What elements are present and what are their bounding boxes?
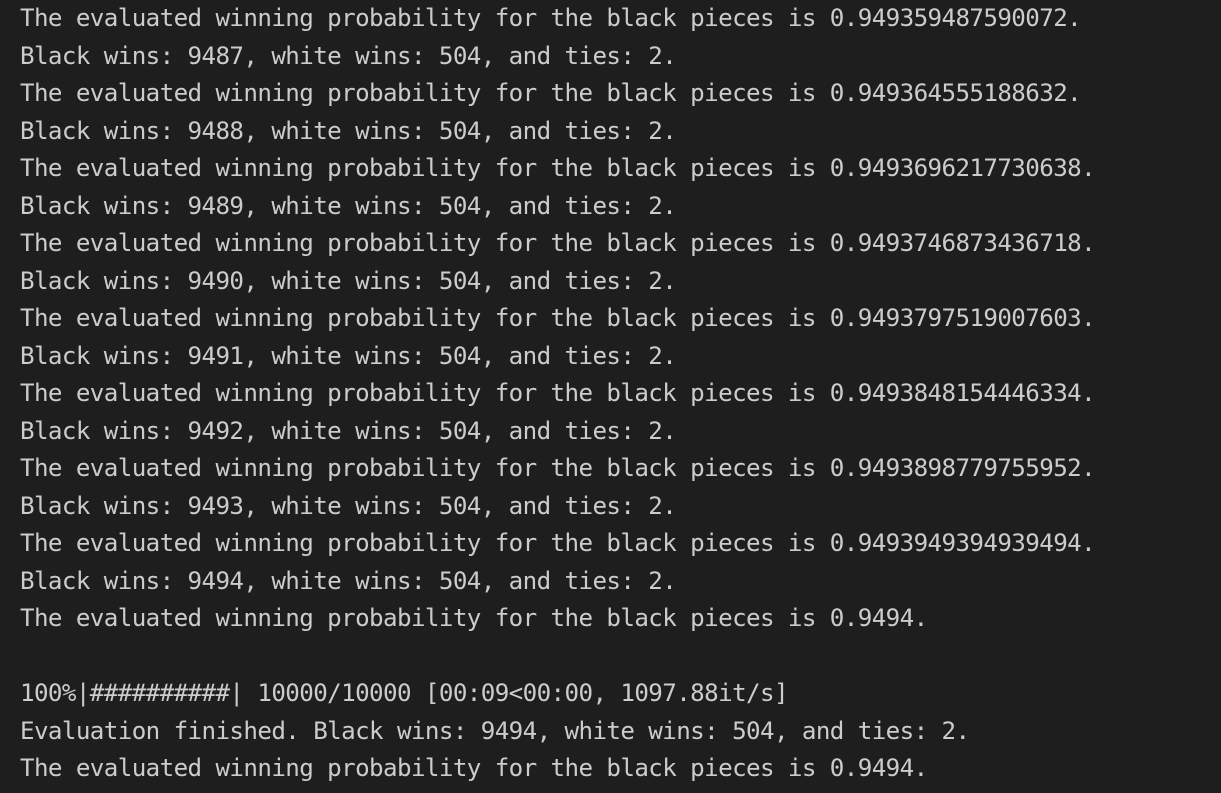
output-line: Black wins: 9490, white wins: 504, and t… [20,266,677,295]
output-line: Black wins: 9493, white wins: 504, and t… [20,491,677,520]
output-line: Black wins: 9492, white wins: 504, and t… [20,416,677,445]
output-line: Black wins: 9488, white wins: 504, and t… [20,116,677,145]
output-line: The evaluated winning probability for th… [20,604,928,632]
final-probability-line: The evaluated winning probability for th… [20,754,928,782]
progress-bar-line: 100%|##########| 10000/10000 [00:09<00:0… [20,679,789,707]
output-line: The evaluated winning probability for th… [20,154,1096,182]
output-line: The evaluated winning probability for th… [20,79,1082,107]
output-line: The evaluated winning probability for th… [20,529,1096,557]
output-line: Black wins: 9491, white wins: 504, and t… [20,341,677,370]
output-line: The evaluated winning probability for th… [20,379,1096,407]
output-line: Black wins: 9489, white wins: 504, and t… [20,191,677,220]
output-line: Black wins: 9487, white wins: 504, and t… [20,41,677,70]
output-line: The evaluated winning probability for th… [20,229,1096,257]
output-line: The evaluated winning probability for th… [20,454,1096,482]
output-line: The evaluated winning probability for th… [20,4,1082,32]
terminal-output[interactable]: The evaluated winning probability for th… [0,0,1221,793]
summary-line: Evaluation finished. Black wins: 9494, w… [20,716,970,745]
output-line: The evaluated winning probability for th… [20,304,1096,332]
output-line: Black wins: 9494, white wins: 504, and t… [20,566,677,595]
